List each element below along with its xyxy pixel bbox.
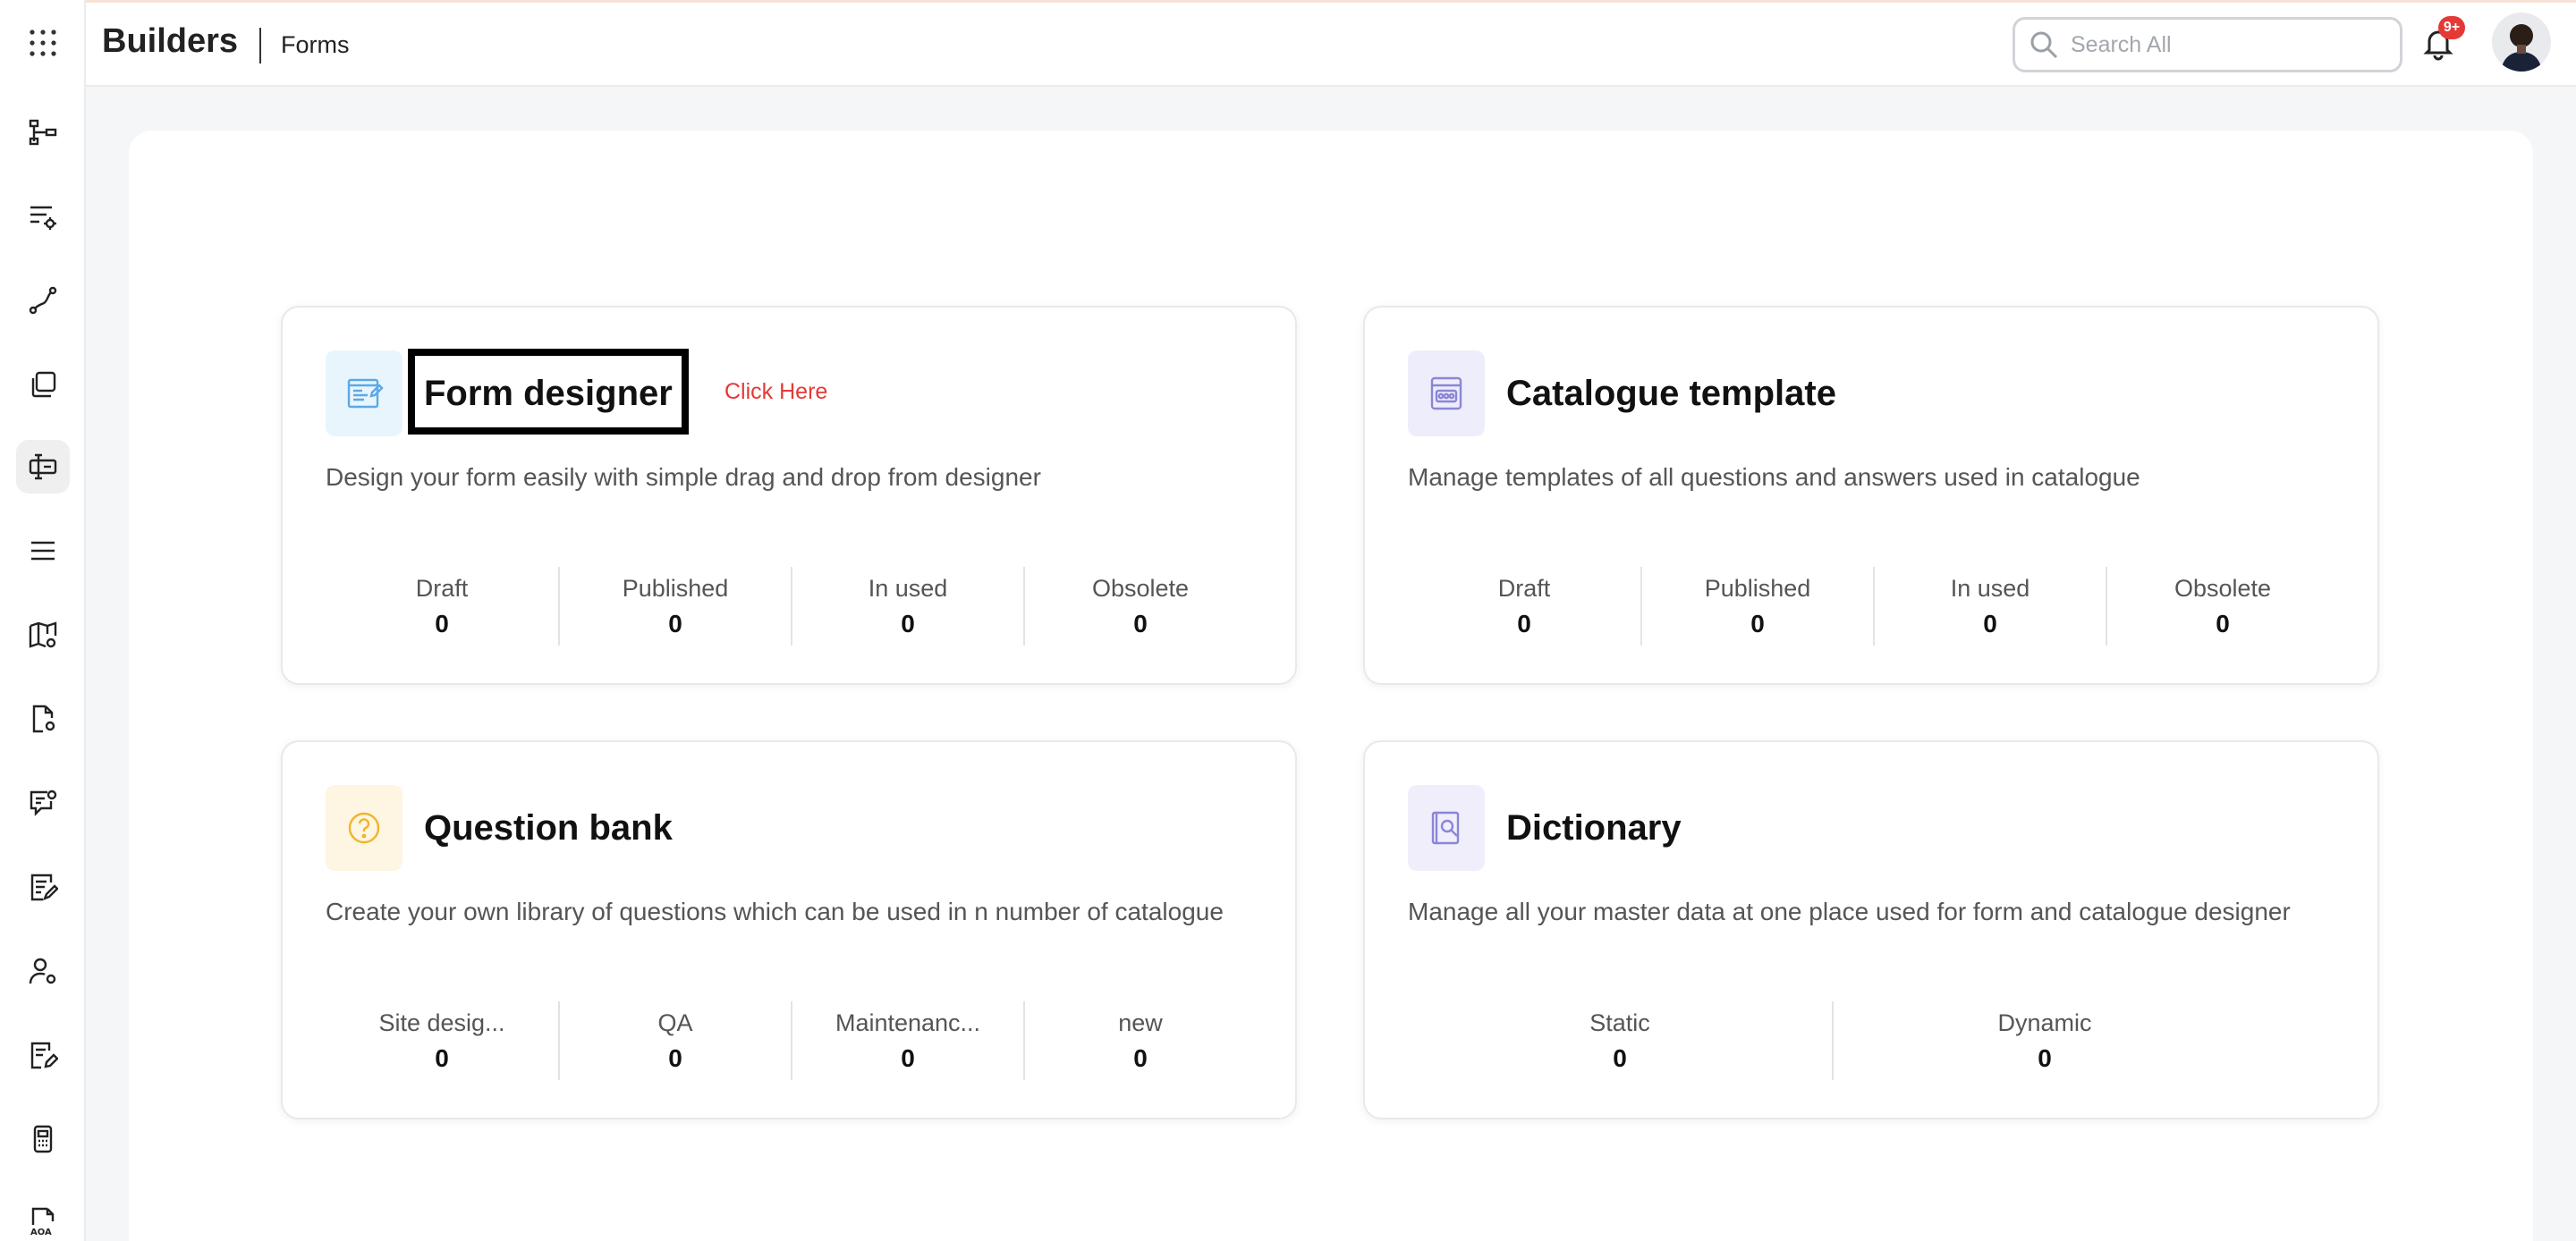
stat-qa[interactable]: QA 0 [558,1001,791,1080]
catalogue-template-card[interactable]: Catalogue template Manage templates of a… [1363,306,2379,685]
stat-obsolete[interactable]: Obsolete 0 [1023,567,1256,646]
document-edit-icon[interactable] [16,1028,70,1082]
stats-row: Static 0 Dynamic 0 [1408,1001,2256,1080]
device-icon[interactable] [16,1112,70,1166]
stat-obsolete[interactable]: Obsolete 0 [2106,567,2338,646]
stat-draft[interactable]: Draft 0 [1408,567,1640,646]
stats-row: Draft 0 Published 0 In used 0 Obsolete 0 [326,567,1256,646]
search-input[interactable] [2071,31,2375,58]
stat-published[interactable]: Published 0 [558,567,791,646]
dictionary-card[interactable]: Dictionary Manage all your master data a… [1363,740,2379,1119]
workflow-icon[interactable] [16,274,70,327]
stat-maintenance[interactable]: Maintenanc... 0 [791,1001,1023,1080]
sidebar: AOA [0,0,86,1241]
copy-icon[interactable] [16,358,70,411]
stat-in-used[interactable]: In used 0 [1873,567,2106,646]
stats-row: Draft 0 Published 0 In used 0 Obsolete 0 [1408,567,2338,646]
list-settings-icon[interactable] [16,190,70,243]
card-description: Manage templates of all questions and an… [1408,463,2140,491]
page-section-label: Forms [281,31,350,58]
stat-draft[interactable]: Draft 0 [326,567,558,646]
search-box[interactable] [2012,17,2402,72]
user-settings-icon[interactable] [16,944,70,998]
question-icon [326,785,402,871]
card-title: Question bank [424,808,673,848]
click-here-link[interactable]: Click Here [724,379,827,405]
main-panel: Form designer Click Here Design your for… [129,131,2533,1241]
brand-divider [259,28,261,63]
grid-menu-icon[interactable] [16,16,70,70]
stat-new[interactable]: new 0 [1023,1001,1256,1080]
catalogue-template-icon [1408,350,1485,436]
edit-document-icon[interactable] [16,860,70,914]
brand-title[interactable]: Builders [102,22,238,61]
card-description: Create your own library of questions whi… [326,898,1224,925]
question-bank-card[interactable]: Question bank Create your own library of… [281,740,1297,1119]
user-avatar[interactable] [2492,13,2551,72]
card-description: Manage all your master data at one place… [1408,898,2291,925]
form-designer-icon [326,350,402,436]
stat-published[interactable]: Published 0 [1640,567,1873,646]
map-settings-icon[interactable] [16,608,70,662]
card-description: Design your form easily with simple drag… [326,463,1041,491]
card-title: Catalogue template [1506,374,1836,413]
menu-lines-icon[interactable] [16,524,70,578]
search-icon [2030,31,2058,59]
hierarchy-icon[interactable] [16,106,70,159]
stat-site-design[interactable]: Site desig... 0 [326,1001,558,1080]
form-designer-card[interactable]: Form designer Click Here Design your for… [281,306,1297,685]
top-header: Builders Forms [86,3,2576,87]
chat-settings-icon[interactable] [16,776,70,830]
stats-row: Site desig... 0 QA 0 Maintenanc... 0 new 0 [326,1001,1256,1080]
form-builder-icon[interactable] [16,440,70,494]
stat-in-used[interactable]: In used 0 [791,567,1023,646]
title-highlight-box [408,349,689,435]
document-settings-icon[interactable] [16,692,70,746]
stat-static[interactable]: Static 0 [1408,1001,1832,1080]
svg-text:AOA: AOA [30,1228,52,1237]
dictionary-icon [1408,785,1485,871]
card-title: Dictionary [1506,808,1682,848]
stat-dynamic[interactable]: Dynamic 0 [1832,1001,2256,1080]
notification-badge: 9+ [2438,16,2465,39]
aoa-document-icon[interactable]: AOA [16,1195,70,1241]
